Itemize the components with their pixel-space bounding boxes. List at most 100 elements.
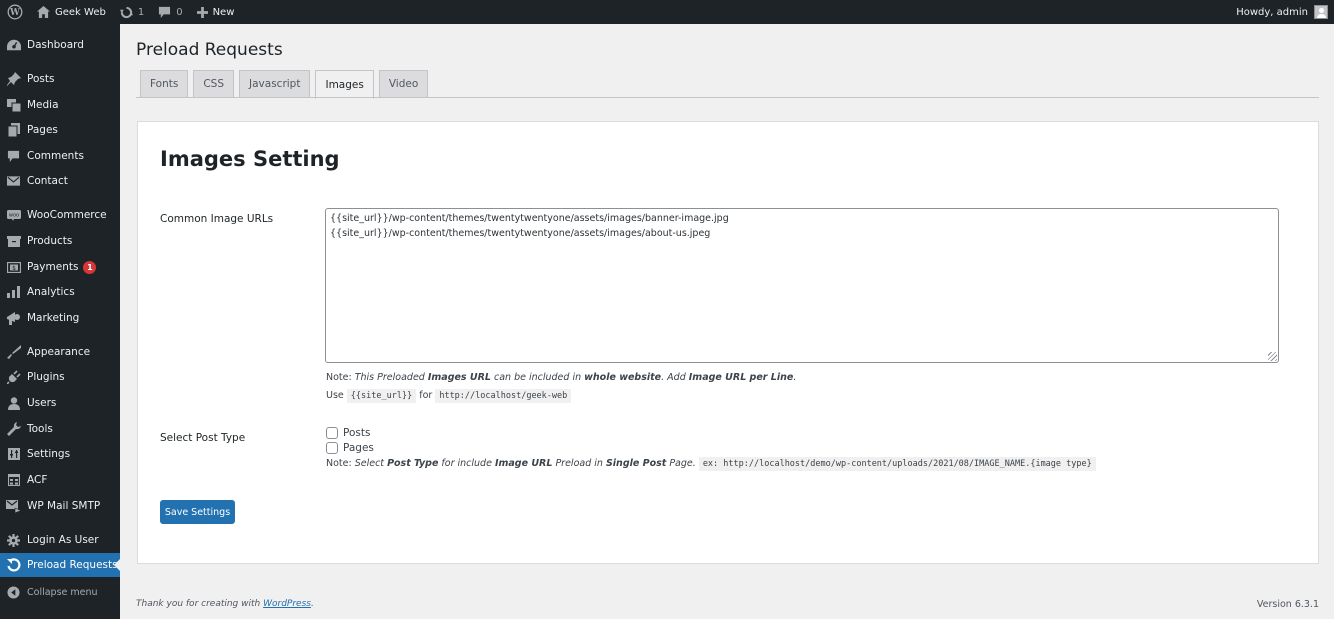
new-content-menu[interactable]: New — [190, 0, 242, 24]
resize-handle[interactable] — [1268, 352, 1277, 361]
sidebar-item-media[interactable]: Media — [0, 93, 120, 117]
tab-javascript[interactable]: Javascript — [239, 70, 311, 98]
sidebar-item-login-as-user[interactable]: Login As User — [0, 528, 120, 552]
collapse-menu-button[interactable]: Collapse menu — [0, 580, 120, 604]
note-emphasis: Single Post — [605, 458, 667, 469]
sidebar-item-label: WooCommerce — [27, 209, 107, 221]
pin-icon — [0, 72, 27, 86]
page-title: Preload Requests — [136, 40, 283, 60]
pages-checkbox[interactable] — [326, 442, 338, 454]
sidebar-item-plugins[interactable]: Plugins — [0, 365, 120, 389]
sidebar-item-label: Appearance — [27, 346, 91, 358]
updates-count: 1 — [137, 6, 145, 18]
table-icon — [0, 474, 27, 486]
sidebar-item-users[interactable]: Users — [0, 391, 120, 415]
sidebar-item-contact[interactable]: Contact — [0, 169, 120, 193]
brush-icon — [0, 345, 27, 359]
sidebar-item-label: Products — [27, 235, 73, 247]
tab-images[interactable]: Images — [315, 70, 374, 99]
posts-checkbox[interactable] — [326, 427, 338, 439]
sidebar-item-tools[interactable]: Tools — [0, 417, 120, 441]
sidebar-item-posts[interactable]: Posts — [0, 67, 120, 91]
section-heading: Images Setting — [160, 147, 340, 171]
hint-text: for — [419, 390, 433, 401]
sidebar-item-label: Analytics — [27, 286, 75, 298]
sidebar-item-settings[interactable]: Settings — [0, 442, 120, 466]
sidebar-item-dashboard[interactable]: Dashboard — [0, 33, 120, 57]
note-emphasis: whole website — [584, 372, 662, 383]
sidebar-item-payments[interactable]: $ Payments 1 — [0, 255, 120, 279]
svg-text:woo: woo — [8, 212, 18, 218]
tab-video[interactable]: Video — [378, 70, 429, 98]
sidebar-item-label: Preload Requests — [27, 559, 118, 571]
image-urls-textarea[interactable]: {{site_url}}/wp-content/themes/twentytwe… — [325, 208, 1279, 363]
sidebar-item-label: Settings — [27, 448, 71, 460]
svg-text:W: W — [9, 8, 20, 18]
payment-icon: $ — [0, 261, 27, 273]
sidebar-item-label: Marketing — [27, 312, 80, 324]
bar-chart-icon — [0, 286, 27, 298]
site-name-menu[interactable]: Geek Web — [30, 0, 113, 24]
avatar — [1314, 5, 1328, 19]
archive-icon — [0, 235, 27, 247]
sidebar-item-pages[interactable]: Pages — [0, 118, 120, 142]
note-text: This Preloaded — [351, 372, 428, 383]
settings-card: Images Setting Common Image URLs {{site_… — [137, 121, 1319, 564]
checkbox-label: Posts — [343, 427, 371, 439]
collapse-label: Collapse menu — [27, 586, 98, 598]
home-icon — [37, 6, 50, 18]
dashboard-icon — [0, 39, 27, 51]
wrench-icon — [0, 422, 27, 436]
sidebar-item-label: Comments — [27, 150, 84, 162]
tab-css[interactable]: CSS — [193, 70, 235, 98]
gear-icon — [0, 533, 27, 547]
updates-menu[interactable]: 1 — [113, 0, 151, 24]
plug-icon — [0, 370, 27, 384]
note-text: Page. — [666, 458, 696, 469]
sidebar-item-marketing[interactable]: Marketing — [0, 306, 120, 330]
greeting: Howdy, admin — [1236, 6, 1308, 18]
placeholder-code: {{site_url}} — [346, 389, 417, 403]
example-url-code: ex: http://localhost/demo/wp-content/upl… — [698, 457, 1096, 471]
sidebar-item-label: Payments — [27, 261, 79, 273]
sidebar-item-label: Login As User — [27, 534, 99, 546]
note-text: Select — [351, 458, 388, 469]
wordpress-link[interactable]: WordPress — [263, 599, 311, 609]
sidebar-item-products[interactable]: Products — [0, 229, 120, 253]
wp-logo-menu[interactable]: W — [0, 0, 30, 24]
sidebar-item-label: Users — [27, 397, 57, 409]
comments-menu[interactable]: 0 — [151, 0, 189, 24]
note-text: . Add — [661, 372, 689, 383]
save-settings-button[interactable]: Save Settings — [160, 500, 235, 524]
comment-icon — [158, 6, 171, 19]
updates-icon — [119, 6, 133, 19]
sidebar-item-label: Pages — [27, 124, 58, 136]
note-emphasis: Post Type — [387, 458, 439, 469]
note-prefix: Note: — [326, 372, 352, 383]
tab-fonts[interactable]: Fonts — [140, 70, 189, 98]
my-account-menu[interactable]: Howdy, admin — [1236, 5, 1334, 19]
sidebar-item-acf[interactable]: ACF — [0, 468, 120, 492]
hint-text: Use — [326, 390, 344, 401]
sidebar-item-wp-mail-smtp[interactable]: WP Mail SMTP — [0, 494, 120, 518]
note-emphasis: Images URL — [427, 372, 491, 383]
post-type-pages[interactable]: Pages — [326, 442, 374, 454]
svg-text:$: $ — [12, 265, 16, 272]
post-type-note: Note: Select Post Type for include Image… — [326, 457, 1096, 471]
comments-count: 0 — [176, 6, 183, 18]
refresh-icon — [0, 558, 27, 572]
sidebar-item-woocommerce[interactable]: woo WooCommerce — [0, 203, 120, 227]
sidebar-item-label: Posts — [27, 73, 55, 85]
sidebar-item-comments[interactable]: Comments — [0, 144, 120, 168]
sidebar-item-preload-requests[interactable]: Preload Requests — [0, 553, 120, 577]
sidebar-item-label: Contact — [27, 175, 68, 187]
sidebar-item-analytics[interactable]: Analytics — [0, 280, 120, 304]
pages-icon — [0, 123, 27, 137]
post-type-posts[interactable]: Posts — [326, 427, 370, 439]
sidebar-item-appearance[interactable]: Appearance — [0, 340, 120, 364]
sidebar-item-label: ACF — [27, 474, 48, 486]
comment-icon — [0, 150, 27, 163]
sidebar-item-label: Media — [27, 99, 59, 111]
mail-send-icon — [0, 499, 27, 513]
footer-version: Version 6.3.1 — [1256, 599, 1319, 610]
